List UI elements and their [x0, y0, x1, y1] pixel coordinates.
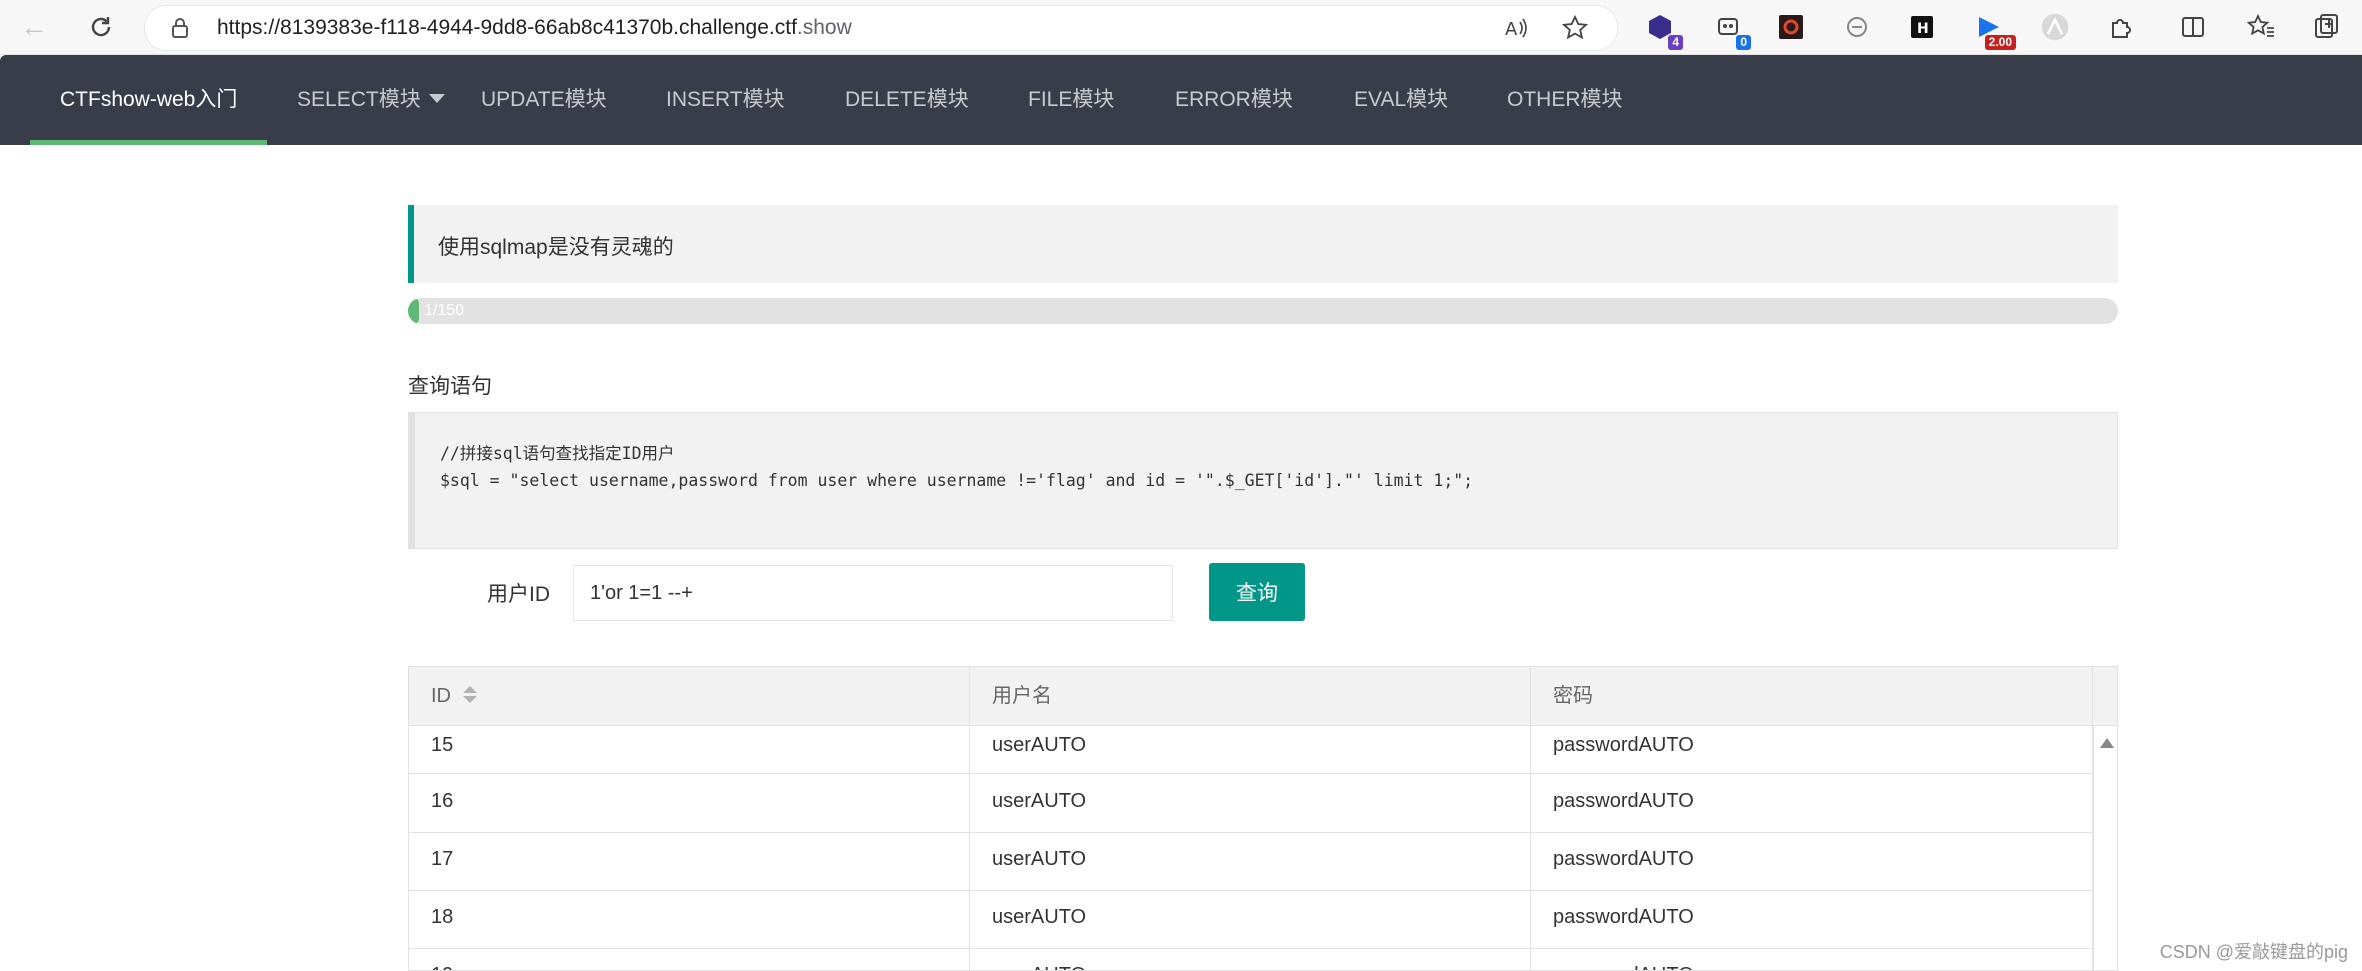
extension-hexagon-icon[interactable]: 4	[1645, 12, 1683, 50]
table-row: 19 userAUTO passwordAUTO	[409, 948, 2093, 970]
column-header-username: 用户名	[970, 667, 1531, 725]
nav-item-insert[interactable]: INSERT模块	[666, 55, 785, 145]
cell-password: passwordAUTO	[1531, 890, 2093, 948]
nav-item-ctfshow-web[interactable]: CTFshow-web入门	[60, 55, 237, 145]
svg-text:A: A	[1505, 19, 1518, 40]
table-row: 16 userAUTO passwordAUTO	[409, 774, 2093, 833]
svg-text:H: H	[1917, 21, 1929, 37]
cell-id: 15	[409, 726, 970, 773]
column-header-password: 密码	[1531, 667, 2093, 725]
sort-icon[interactable]	[463, 685, 477, 705]
nav-label: INSERT模块	[666, 88, 785, 111]
nav-label: CTFshow-web入门	[60, 88, 238, 111]
nav-item-eval[interactable]: EVAL模块	[1354, 55, 1448, 145]
code-sql: $sql = "select username,password from us…	[440, 471, 1474, 490]
query-button[interactable]: 查询	[1209, 563, 1305, 621]
collections-icon[interactable]	[2312, 12, 2342, 42]
nav-label: EVAL模块	[1354, 88, 1449, 111]
nav-item-delete[interactable]: DELETE模块	[845, 55, 969, 145]
nav-item-error[interactable]: ERROR模块	[1175, 55, 1293, 145]
cell-id: 17	[409, 832, 970, 890]
user-id-label: 用户ID	[487, 583, 550, 606]
caret-down-icon	[428, 93, 445, 103]
nav-active-indicator	[30, 140, 267, 145]
extension-red-box-icon[interactable]	[1776, 12, 1806, 42]
cell-id: 18	[409, 890, 970, 948]
scroll-up-arrow-icon[interactable]	[2100, 738, 2114, 748]
table-row: 15 userAUTO passwordAUTO	[409, 726, 2093, 774]
back-arrow-icon[interactable]: ←	[17, 10, 51, 44]
user-id-input[interactable]	[573, 565, 1173, 621]
nav-label: UPDATE模块	[481, 88, 607, 111]
lock-icon[interactable]	[169, 17, 191, 39]
nav-label: DELETE模块	[845, 88, 969, 111]
table-scrollbar[interactable]	[2093, 726, 2117, 970]
cell-username: userAUTO	[970, 890, 1531, 948]
url-tail: .show	[796, 16, 852, 39]
cell-username: userAUTO	[970, 948, 1531, 970]
table-row: 17 userAUTO passwordAUTO	[409, 832, 2093, 891]
cell-password: passwordAUTO	[1531, 774, 2093, 832]
cell-username: userAUTO	[970, 774, 1531, 832]
refresh-icon[interactable]	[84, 10, 118, 44]
extension-play-icon[interactable]: 2.00	[1974, 12, 2016, 50]
results-table: ID 用户名 密码 15 userAUTO passwordAUTO 16 us…	[408, 666, 2118, 971]
header-label: 用户名	[992, 685, 1052, 707]
progress-text: 1/150	[424, 302, 465, 319]
extension-hackbar-icon[interactable]: H	[1907, 12, 1937, 42]
extensions-puzzle-icon[interactable]	[2106, 12, 2136, 42]
nav-label: ERROR模块	[1175, 88, 1293, 111]
cell-password: passwordAUTO	[1531, 948, 2093, 970]
nav-item-select[interactable]: SELECT模块	[297, 55, 445, 145]
nav-label: OTHER模块	[1507, 88, 1623, 111]
nav-item-other[interactable]: OTHER模块	[1507, 55, 1623, 145]
extension-badge: 0	[1736, 35, 1751, 50]
site-nav: CTFshow-web入门 SELECT模块 UPDATE模块 INSERT模块…	[0, 55, 2362, 145]
browser-toolbar: ← https://8139383e-f118-4944-9dd8-66ab8c…	[0, 0, 2362, 55]
table-body: 15 userAUTO passwordAUTO 16 userAUTO pas…	[409, 726, 2093, 970]
header-label: ID	[431, 685, 451, 707]
cell-username: userAUTO	[970, 832, 1531, 890]
nav-label: FILE模块	[1028, 88, 1115, 111]
nav-label: SELECT模块	[297, 88, 421, 111]
cell-username: userAUTO	[970, 726, 1531, 773]
section-title: 查询语句	[408, 375, 492, 398]
extension-robot-icon[interactable]: 0	[1713, 12, 1751, 50]
watermark-text: CSDN @爱敲键盘的pig	[2159, 942, 2348, 962]
url-main: https://8139383e-f118-4944-9dd8-66ab8c41…	[217, 16, 797, 39]
column-header-id[interactable]: ID	[409, 667, 970, 725]
url-text[interactable]: https://8139383e-f118-4944-9dd8-66ab8c41…	[217, 16, 852, 40]
extension-badge: 4	[1668, 35, 1683, 50]
header-label: 密码	[1553, 685, 1593, 707]
favorites-icon[interactable]	[2246, 12, 2276, 42]
nav-item-file[interactable]: FILE模块	[1028, 55, 1114, 145]
code-block: //拼接sql语句查找指定ID用户 $sql = "select usernam…	[408, 412, 2118, 549]
address-bar[interactable]: https://8139383e-f118-4944-9dd8-66ab8c41…	[144, 5, 1618, 51]
extension-avatar-icon[interactable]	[2040, 12, 2070, 42]
cell-id: 19	[409, 948, 970, 970]
table-row: 18 userAUTO passwordAUTO	[409, 890, 2093, 949]
cell-password: passwordAUTO	[1531, 726, 2093, 773]
code-comment: //拼接sql语句查找指定ID用户	[440, 444, 675, 463]
table-header: ID 用户名 密码	[409, 667, 2117, 726]
read-aloud-icon[interactable]: A	[1503, 14, 1531, 42]
extension-badge: 2.00	[1984, 35, 2016, 50]
favorite-star-icon[interactable]	[1561, 14, 1589, 42]
notice-quote: 使用sqlmap是没有灵魂的	[408, 205, 2118, 283]
progress-bar: 1/150	[408, 298, 2118, 324]
split-screen-icon[interactable]	[2178, 12, 2208, 42]
notice-text: 使用sqlmap是没有灵魂的	[438, 236, 674, 259]
extension-minus-circle-icon[interactable]	[1842, 12, 1872, 42]
cell-id: 16	[409, 774, 970, 832]
progress-fill	[408, 298, 420, 324]
nav-item-update[interactable]: UPDATE模块	[481, 55, 607, 145]
cell-password: passwordAUTO	[1531, 832, 2093, 890]
